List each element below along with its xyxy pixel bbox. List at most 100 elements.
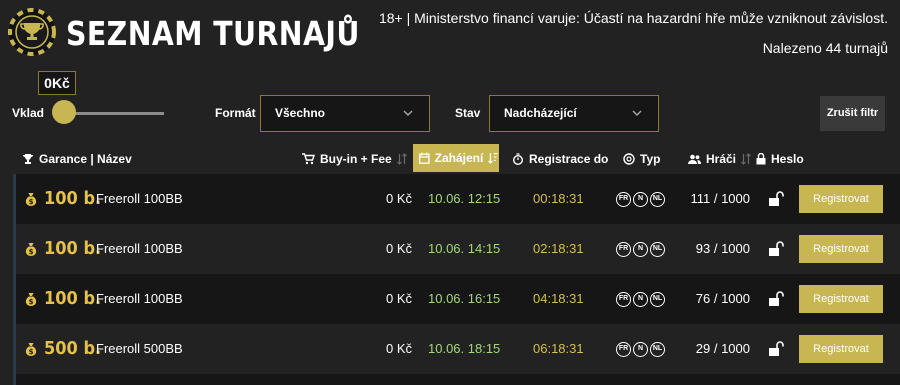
buyin-value: 0 Kč [385,341,412,356]
type-badges: FR N NL [616,174,665,224]
guarantee-value: 100 b. [44,288,102,309]
state-select[interactable]: Nadcházející [489,95,659,132]
table-row[interactable]: $ 100 b. Freeroll 100BB 0 Kč 10.06. 16:1… [13,274,900,324]
unlock-icon [769,191,784,206]
registration-countdown: 06:18:31 [533,341,584,356]
buyin-value: 0 Kč [385,291,412,306]
registration-countdown: 02:18:31 [533,241,584,256]
column-header-guarantee-label: Garance | Název [39,152,132,166]
players-count: 93 / 1000 [695,241,750,256]
column-header-guarantee[interactable]: Garance | Název [22,152,132,166]
buyin-value: 0 Kč [385,241,412,256]
registration-countdown: 04:18:31 [533,291,584,306]
column-header-start[interactable]: Zahájení [413,144,499,172]
column-header-start-label: Zahájení [434,151,484,165]
tournament-name[interactable]: Freeroll 100BB [96,274,183,324]
gambling-disclaimer: 18+ | Ministerstvo financí varuje: Účast… [378,10,888,26]
registration-countdown: 00:18:31 [533,191,584,206]
deposit-value-bubble: 0Kč [38,71,76,95]
guarantee-value: 100 b. [44,238,102,259]
cart-icon [302,153,315,165]
register-button[interactable]: Registrovat [799,335,883,363]
tournament-count: Nalezeno 44 turnajů [762,40,888,56]
sort-icon [396,153,407,165]
svg-text:$: $ [29,298,34,306]
column-header-password-label: Heslo [771,152,804,166]
page-title: SEZNAM TURNAJŮ [66,14,360,53]
unlock-icon [769,241,784,256]
register-button[interactable]: Registrovat [799,185,883,213]
unlock-icon [769,291,784,306]
type-badge-fr: FR [616,291,631,307]
register-button[interactable]: Registrovat [799,285,883,313]
players-count: 76 / 1000 [695,291,750,306]
start-time: 10.06. 16:15 [428,291,501,306]
type-badges: FR N NL [616,274,665,324]
column-header-type-label: Typ [640,152,661,166]
users-icon [688,154,701,164]
type-badges: FR N NL [616,324,665,374]
money-bag-icon: $ [25,292,37,306]
stopwatch-icon [513,153,523,165]
column-header-password[interactable]: Heslo [756,152,804,166]
players-count: 111 / 1000 [690,191,750,206]
guarantee-value: 100 b. [44,188,102,209]
chevron-down-icon [632,110,642,116]
type-badge-n: N [633,341,648,357]
guarantee-value: 500 b. [44,338,102,359]
tournament-name[interactable]: Freeroll 100BB [96,174,183,224]
deposit-slider-knob[interactable] [52,100,76,124]
type-badge-nl: NL [650,291,665,307]
deposit-label: Vklad [12,106,45,120]
type-badges: FR N NL [616,224,665,274]
column-header-registration[interactable]: Registrace do [512,152,608,166]
type-badge-fr: FR [616,191,631,207]
unlock-icon [769,341,784,356]
sort-icon [488,153,499,164]
column-header-registration-label: Registrace do [529,152,609,166]
tournament-name[interactable]: Freeroll 100BB [96,224,183,274]
lock-icon [756,153,766,165]
svg-text:$: $ [29,348,34,356]
table-row[interactable]: $ 100 b. Freeroll 100BB 0 Kč 10.06. 12:1… [13,174,900,224]
players-count: 29 / 1000 [695,341,750,356]
buyin-value: 0 Kč [385,191,412,206]
column-header-buyin-label: Buy-in + Fee [320,152,392,166]
svg-text:$: $ [29,248,34,256]
state-label: Stav [455,106,481,120]
trophy-icon [23,154,33,164]
svg-text:$: $ [29,198,34,206]
tournament-name[interactable]: Freeroll 500BB [96,324,183,374]
format-select[interactable]: Všechno [260,95,430,132]
column-header-players[interactable]: Hráči [688,152,751,166]
type-badge-nl: NL [650,191,665,207]
sort-icon [741,153,751,165]
type-badge-nl: NL [650,341,665,357]
start-time: 10.06. 12:15 [428,191,501,206]
type-badge-n: N [633,241,648,257]
money-bag-icon: $ [25,342,37,356]
chip-icon [623,153,635,165]
table-row[interactable]: $ 500 b. Freeroll 500BB 0 Kč 10.06. 18:1… [13,324,900,374]
register-button[interactable]: Registrovat [799,235,883,263]
table-row[interactable] [13,374,900,385]
money-bag-icon: $ [25,192,37,206]
tournament-list: $ 100 b. Freeroll 100BB 0 Kč 10.06. 12:1… [13,174,900,385]
type-badge-n: N [633,291,648,307]
table-row[interactable]: $ 100 b. Freeroll 100BB 0 Kč 10.06. 14:1… [13,224,900,274]
type-badge-fr: FR [616,241,631,257]
type-badge-nl: NL [650,241,665,257]
start-time: 10.06. 14:15 [428,241,501,256]
money-bag-icon: $ [25,242,37,256]
format-label: Formát [215,106,256,120]
format-select-value: Všechno [275,106,326,120]
reset-filter-button[interactable]: Zrušit filtr [820,96,885,131]
type-badge-fr: FR [616,341,631,357]
column-header-buyin[interactable]: Buy-in + Fee [302,152,407,166]
start-time: 10.06. 18:15 [428,341,501,356]
column-header-type[interactable]: Typ [623,152,660,166]
poker-chip-trophy-logo [8,8,56,56]
type-badge-n: N [633,191,648,207]
state-select-value: Nadcházející [504,106,577,120]
calendar-icon [419,152,430,164]
